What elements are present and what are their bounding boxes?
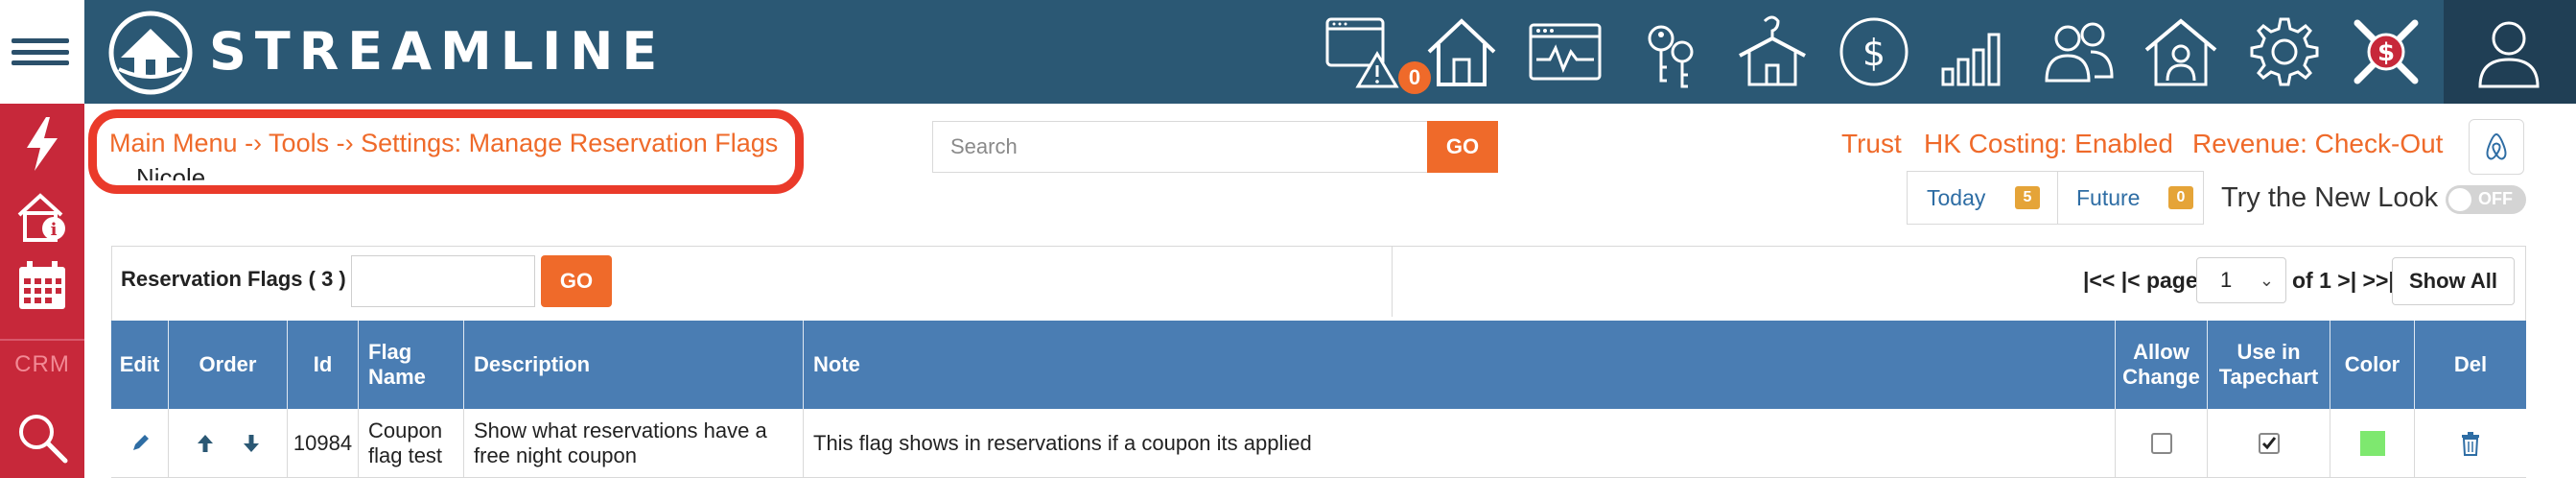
col-note: Note bbox=[804, 321, 2116, 409]
col-edit: Edit bbox=[111, 321, 169, 409]
property-icon[interactable] bbox=[2143, 13, 2219, 90]
owners-icon[interactable] bbox=[2041, 13, 2118, 90]
alerts-icon[interactable] bbox=[1323, 13, 1400, 90]
allow-change-checkbox[interactable] bbox=[2150, 433, 2172, 454]
reports-icon[interactable] bbox=[1937, 13, 2014, 90]
trust-link[interactable]: Trust bbox=[1841, 129, 1902, 159]
order-cell bbox=[169, 409, 288, 478]
home-icon[interactable] bbox=[1423, 13, 1500, 90]
breadcrumb[interactable]: Main Menu -› Tools -› Settings: Manage R… bbox=[109, 129, 778, 158]
toggle-knob bbox=[2448, 188, 2471, 211]
dashboard-icon[interactable] bbox=[1527, 13, 1604, 90]
top-bar: STREAMLINE 0 $ $ bbox=[84, 0, 2576, 104]
user-menu[interactable] bbox=[2444, 0, 2576, 104]
svg-text:i: i bbox=[51, 220, 58, 240]
page-select[interactable]: 1 ⌄ bbox=[2196, 257, 2286, 303]
col-order: Order bbox=[169, 321, 288, 409]
allow-change-cell bbox=[2116, 409, 2208, 478]
future-count-badge: 0 bbox=[2168, 186, 2193, 209]
edit-pencil-icon[interactable] bbox=[129, 433, 151, 454]
new-look-toggle[interactable]: OFF bbox=[2446, 185, 2526, 214]
trash-icon[interactable] bbox=[2460, 431, 2481, 456]
col-description: Description bbox=[464, 321, 804, 409]
brand-name[interactable]: STREAMLINE bbox=[209, 21, 666, 82]
search-go-button[interactable]: GO bbox=[1427, 121, 1498, 173]
color-cell bbox=[2330, 409, 2415, 478]
id-cell: 10984 bbox=[288, 409, 359, 478]
rail-divider bbox=[0, 339, 84, 341]
col-id: Id bbox=[288, 321, 359, 409]
page-select-value: 1 bbox=[2220, 268, 2233, 292]
hk-costing-status[interactable]: HK Costing: Enabled bbox=[1924, 129, 2173, 159]
crm-link[interactable]: CRM bbox=[0, 351, 84, 378]
lightning-icon[interactable] bbox=[13, 115, 71, 173]
col-flag-name: Flag Name bbox=[359, 321, 464, 409]
col-del: Del bbox=[2453, 352, 2488, 376]
use-in-tapechart-cell bbox=[2208, 409, 2330, 478]
edit-cell bbox=[111, 409, 169, 478]
arrow-down-icon[interactable] bbox=[242, 433, 261, 454]
color-swatch[interactable] bbox=[2359, 431, 2385, 456]
calendar-icon[interactable] bbox=[13, 257, 71, 315]
breadcrumb-user: Nicole bbox=[136, 163, 206, 180]
dollar-icon[interactable]: $ bbox=[1836, 13, 1912, 90]
streamline-logo-icon[interactable] bbox=[107, 10, 194, 96]
housekeeping-icon[interactable] bbox=[1734, 13, 1811, 90]
airbnb-icon bbox=[2486, 132, 2507, 160]
search-input[interactable] bbox=[932, 121, 1427, 173]
chevron-down-icon: ⌄ bbox=[2259, 271, 2274, 290]
col-color: Color bbox=[2330, 321, 2415, 409]
tools-icon[interactable]: $ bbox=[2348, 13, 2424, 90]
new-look-label: Try the New Look bbox=[2221, 182, 2439, 213]
property-info-icon[interactable]: i bbox=[13, 188, 71, 246]
controls-divider bbox=[1392, 246, 1393, 317]
arrivals-divider bbox=[2057, 172, 2058, 224]
keys-icon[interactable] bbox=[1632, 13, 1709, 90]
rail-top bbox=[0, 0, 84, 104]
use-in-tapechart-checkbox[interactable] bbox=[2258, 433, 2280, 454]
checkmark-icon bbox=[2261, 437, 2276, 450]
flag-name-cell: Coupon flag test bbox=[359, 409, 464, 478]
today-count-badge: 5 bbox=[2015, 186, 2040, 209]
del-cell bbox=[2415, 409, 2526, 478]
arrow-up-icon[interactable] bbox=[196, 433, 215, 454]
arrivals-box: Today 5 Future 0 bbox=[1907, 171, 2204, 225]
settings-icon[interactable] bbox=[2246, 13, 2323, 90]
toggle-state: OFF bbox=[2478, 189, 2513, 208]
pager-first-prev[interactable]: |<< |< page bbox=[2083, 268, 2198, 294]
flags-go-button[interactable]: GO bbox=[541, 255, 612, 307]
revenue-status[interactable]: Revenue: Check-Out bbox=[2192, 129, 2443, 159]
svg-text:$: $ bbox=[2377, 38, 2395, 67]
search-icon[interactable] bbox=[13, 409, 71, 466]
table-row: 10984 Coupon flag test Show what reserva… bbox=[111, 409, 2526, 478]
description-cell: Show what reservations have a free night… bbox=[464, 409, 804, 478]
today-link[interactable]: Today bbox=[1927, 172, 1985, 224]
col-use-in-tapechart: Use in Tapechart bbox=[2208, 321, 2330, 409]
future-link[interactable]: Future bbox=[2076, 172, 2140, 224]
table-header: Edit Order Id Flag Name Description Note… bbox=[111, 321, 2526, 409]
hamburger-menu-icon[interactable] bbox=[12, 38, 69, 65]
svg-text:$: $ bbox=[1862, 32, 1885, 74]
flags-count-title: Reservation Flags ( 3 ) bbox=[121, 267, 346, 291]
user-icon[interactable] bbox=[2471, 13, 2547, 90]
show-all-button[interactable]: Show All bbox=[2392, 257, 2515, 305]
pager-next-last[interactable]: of 1 >| >>| bbox=[2292, 268, 2395, 294]
flags-filter-input[interactable] bbox=[351, 255, 535, 307]
left-rail: i CRM bbox=[0, 104, 84, 478]
note-cell: This flag shows in reservations if a cou… bbox=[804, 409, 2116, 478]
col-allow-change: Allow Change bbox=[2116, 321, 2208, 409]
airbnb-button[interactable] bbox=[2469, 119, 2524, 175]
